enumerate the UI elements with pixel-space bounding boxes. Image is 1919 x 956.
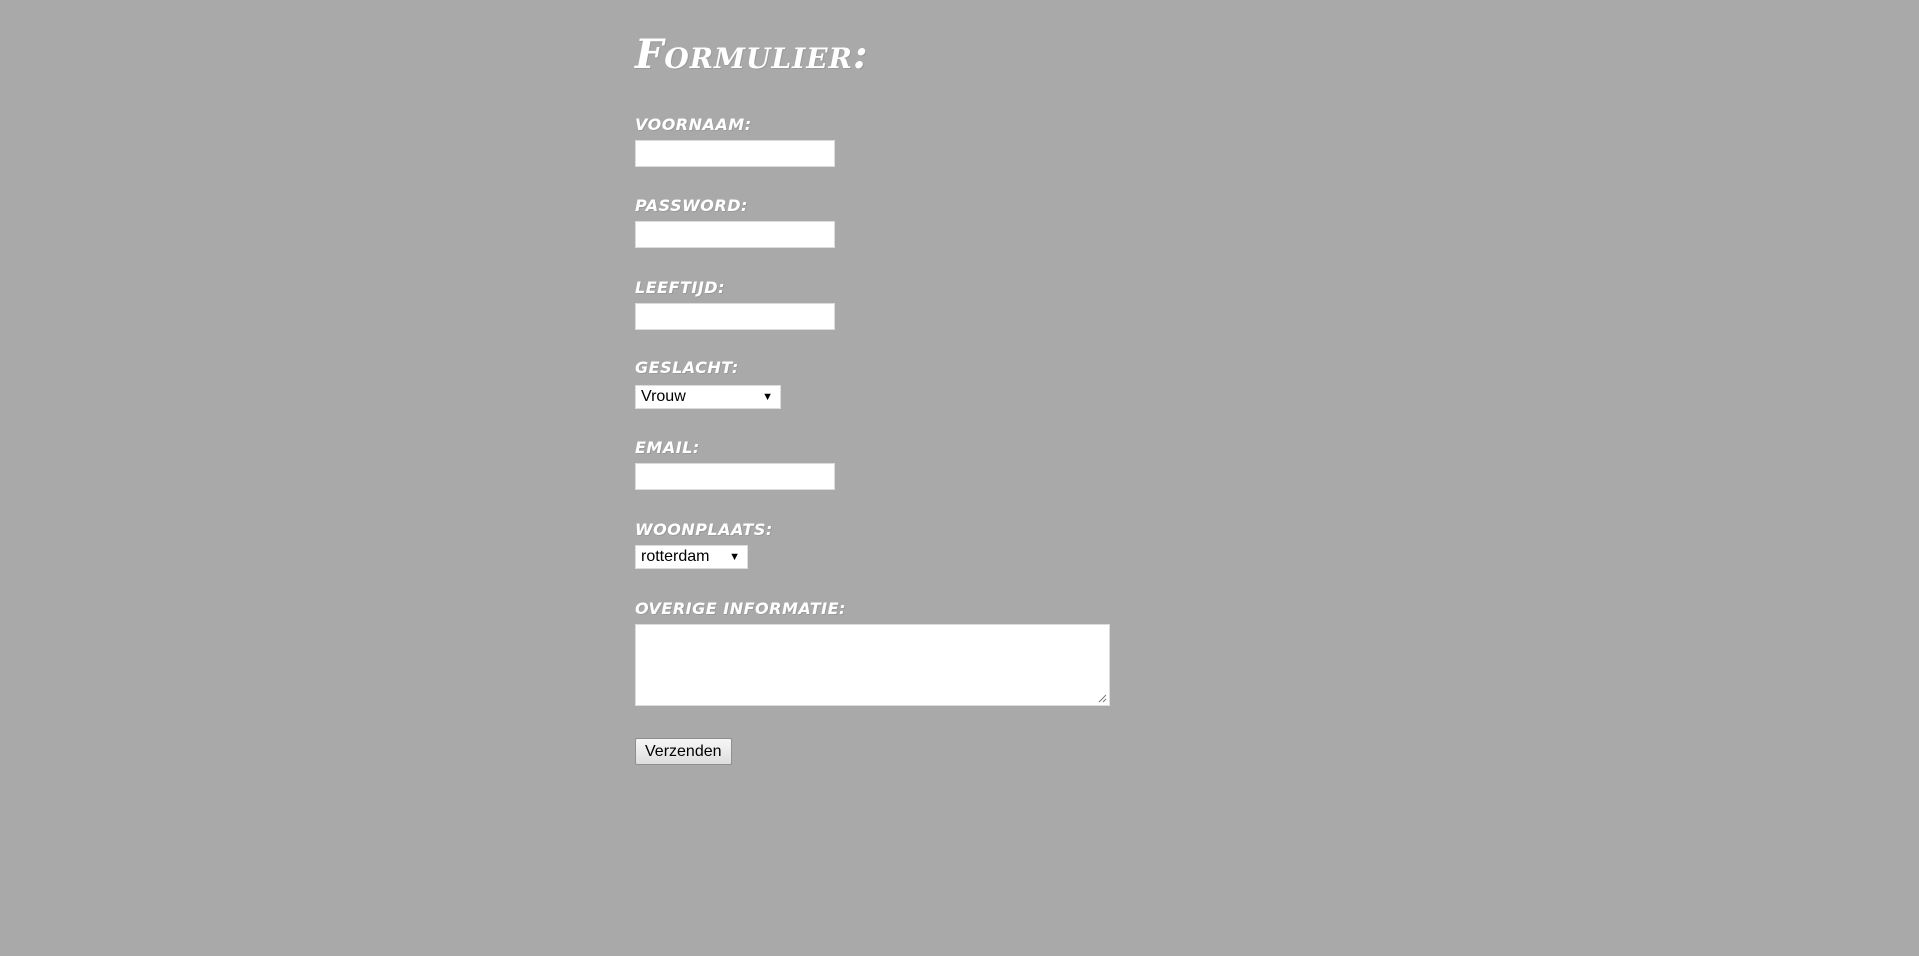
leeftijd-input[interactable] bbox=[635, 303, 835, 330]
password-input[interactable] bbox=[635, 221, 835, 248]
form-page: Formulier: voornaam: password: leeftijd:… bbox=[635, 0, 1335, 956]
email-label: email: bbox=[635, 438, 700, 457]
chevron-down-icon: ▼ bbox=[762, 391, 773, 403]
woonplaats-label: woonplaats: bbox=[635, 520, 773, 539]
voornaam-label: voornaam: bbox=[635, 115, 752, 134]
verzenden-button[interactable]: Verzenden bbox=[635, 738, 732, 765]
leeftijd-label: leeftijd: bbox=[635, 278, 725, 297]
resize-grip-icon[interactable] bbox=[1098, 694, 1107, 703]
password-label: password: bbox=[635, 196, 748, 215]
form-title: Formulier: bbox=[635, 31, 869, 78]
overige-informatie-textarea[interactable] bbox=[635, 624, 1110, 706]
geslacht-label: geslacht: bbox=[635, 358, 739, 377]
woonplaats-selected-value: rotterdam bbox=[641, 548, 710, 565]
woonplaats-select[interactable]: rotterdam ▼ bbox=[635, 545, 748, 569]
voornaam-input[interactable] bbox=[635, 140, 835, 167]
email-input[interactable] bbox=[635, 463, 835, 490]
overige-informatie-label: overige informatie: bbox=[635, 599, 846, 618]
chevron-down-icon: ▼ bbox=[729, 551, 740, 563]
geslacht-select[interactable]: Vrouw ▼ bbox=[635, 385, 781, 409]
geslacht-selected-value: Vrouw bbox=[641, 388, 686, 405]
